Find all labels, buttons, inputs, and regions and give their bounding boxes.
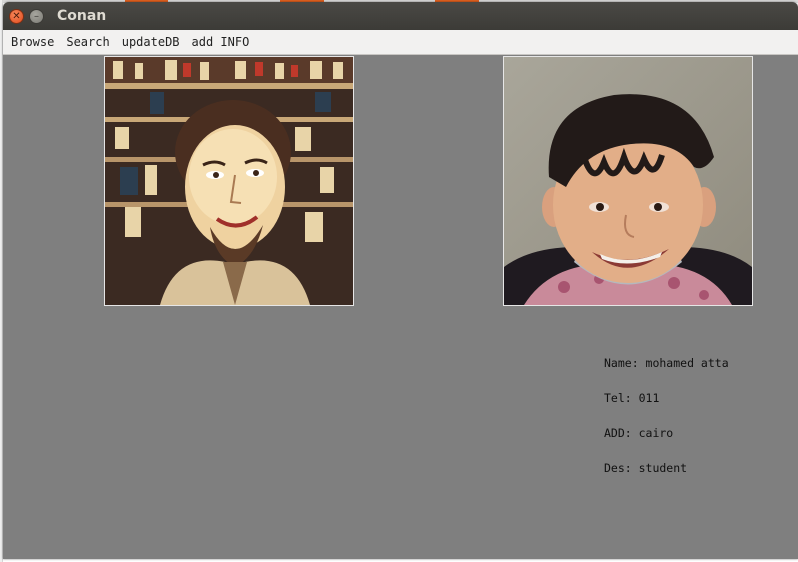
info-description: Des: student <box>604 461 688 475</box>
person-info-panel: Name: mohamed atta Tel: 011 ADD: cairo D… <box>604 356 729 496</box>
minimize-icon: – <box>34 10 39 22</box>
menu-bar: Browse Search updateDB add INFO <box>3 30 798 55</box>
menu-search[interactable]: Search <box>60 30 115 55</box>
app-window: ✕ – Conan Browse Search updateDB add INF… <box>3 2 798 559</box>
title-bar: ✕ – Conan <box>3 2 798 30</box>
menu-updatedb[interactable]: updateDB <box>116 30 186 55</box>
info-address: ADD: cairo <box>604 426 674 440</box>
close-icon: ✕ <box>12 10 21 22</box>
stylized-portrait-image <box>105 57 353 305</box>
info-name: Name: mohamed atta <box>604 356 729 370</box>
menu-add-info[interactable]: add INFO <box>186 30 256 55</box>
menu-browse[interactable]: Browse <box>5 30 60 55</box>
match-photo <box>503 56 753 306</box>
query-photo <box>104 56 354 306</box>
minimize-button[interactable]: – <box>29 9 44 24</box>
info-tel: Tel: 011 <box>604 391 660 405</box>
close-button[interactable]: ✕ <box>9 9 24 24</box>
window-title: Conan <box>57 8 107 24</box>
child-portrait-image <box>504 57 752 305</box>
